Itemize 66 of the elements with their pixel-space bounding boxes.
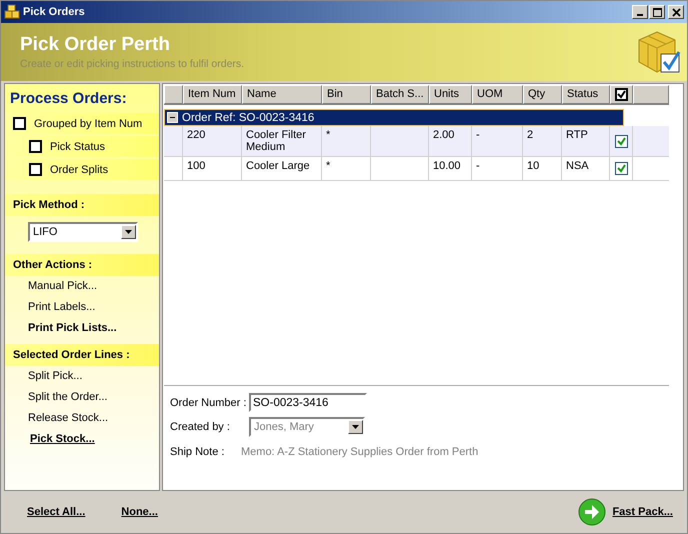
action-link[interactable]: Release Stock... — [28, 412, 159, 424]
page-title: Pick Order Perth — [20, 34, 171, 56]
checkbox[interactable] — [13, 117, 26, 130]
window-title: Pick Orders — [23, 6, 85, 18]
table-cell: 2.00 — [433, 129, 454, 141]
action-link[interactable]: Split the Order... — [28, 391, 159, 403]
column-header[interactable]: Item Num — [183, 85, 242, 104]
ship-note: Memo: A-Z Stationery Supplies Order from Perth — [241, 446, 478, 458]
section-heading: Pick Method : — [13, 199, 85, 211]
checkbox[interactable] — [615, 88, 628, 101]
fast-pack-link[interactable]: Fast Pack... — [612, 506, 673, 518]
option-label: Order Splits — [50, 164, 108, 176]
column-header[interactable]: Units — [429, 85, 472, 104]
checkbox[interactable] — [29, 140, 42, 153]
table-cell: RTP — [566, 129, 588, 141]
footer-link[interactable]: None... — [121, 506, 158, 518]
column-header[interactable]: UOM — [472, 85, 523, 104]
table-cell: Cooler Large — [246, 160, 310, 172]
footer-link[interactable]: Select All... — [27, 506, 86, 518]
dropdown-arrow-icon — [352, 425, 359, 429]
action-link[interactable]: Print Pick Lists... — [28, 322, 159, 334]
action-link[interactable]: Print Labels... — [28, 301, 159, 313]
arrow-right-icon[interactable] — [578, 498, 606, 526]
option-label: Pick Status — [50, 140, 106, 152]
collapse-toggle[interactable] — [167, 112, 178, 123]
table-cell: 2 — [527, 129, 534, 141]
checkbox[interactable] — [29, 163, 42, 176]
dropdown-arrow-icon — [125, 230, 132, 234]
checkbox[interactable] — [614, 162, 628, 175]
minimize-button[interactable] — [632, 5, 648, 19]
panel-title: Process Orders: — [10, 90, 127, 107]
column-header[interactable]: Batch S... — [371, 85, 429, 104]
column-header[interactable]: Bin — [322, 85, 371, 104]
field-label: Order Number : — [170, 396, 248, 408]
table-cell: 100 — [187, 160, 206, 172]
maximize-icon — [652, 8, 662, 16]
table-cell: 10 — [527, 160, 540, 172]
option-label: Grouped by Item Num — [34, 118, 142, 130]
section-heading: Selected Order Lines : — [13, 349, 130, 361]
close-icon — [672, 8, 680, 16]
action-link[interactable]: Manual Pick... — [28, 280, 159, 292]
table-cell: - — [476, 129, 480, 141]
table-cell: 10.00 — [433, 160, 461, 172]
boxes-icon — [4, 4, 20, 20]
column-header[interactable]: Status — [562, 85, 610, 104]
pick-method-dropdown[interactable]: LIFO — [28, 222, 138, 242]
close-button[interactable] — [668, 5, 684, 19]
checkbox[interactable] — [614, 134, 628, 148]
minimize-icon — [637, 14, 643, 16]
action-link[interactable]: Split Pick... — [28, 370, 159, 382]
table-cell: * — [326, 160, 330, 172]
maximize-button[interactable] — [649, 5, 665, 19]
section-heading: Other Actions : — [13, 259, 92, 271]
column-header[interactable]: Name — [242, 85, 322, 104]
order-number-field[interactable]: SO-0023-3416 — [249, 393, 367, 412]
table-row[interactable]: 220 Cooler Filter Medium * 2.00 - 2 RTP — [164, 126, 669, 157]
field-label: Created by : — [170, 421, 231, 433]
table-cell: * — [326, 129, 330, 141]
action-link[interactable]: Pick Stock... — [30, 433, 159, 445]
table-cell: - — [476, 160, 480, 172]
table-cell: NSA — [566, 160, 589, 172]
group-label: Order Ref: SO-0023-3416 — [182, 112, 314, 124]
table-cell: 220 — [187, 129, 206, 141]
column-header[interactable]: Qty — [523, 85, 562, 104]
table-cell: Cooler Filter Medium — [246, 129, 306, 153]
table-row[interactable]: 100 Cooler Large * 10.00 - 10 NSA — [164, 157, 669, 181]
